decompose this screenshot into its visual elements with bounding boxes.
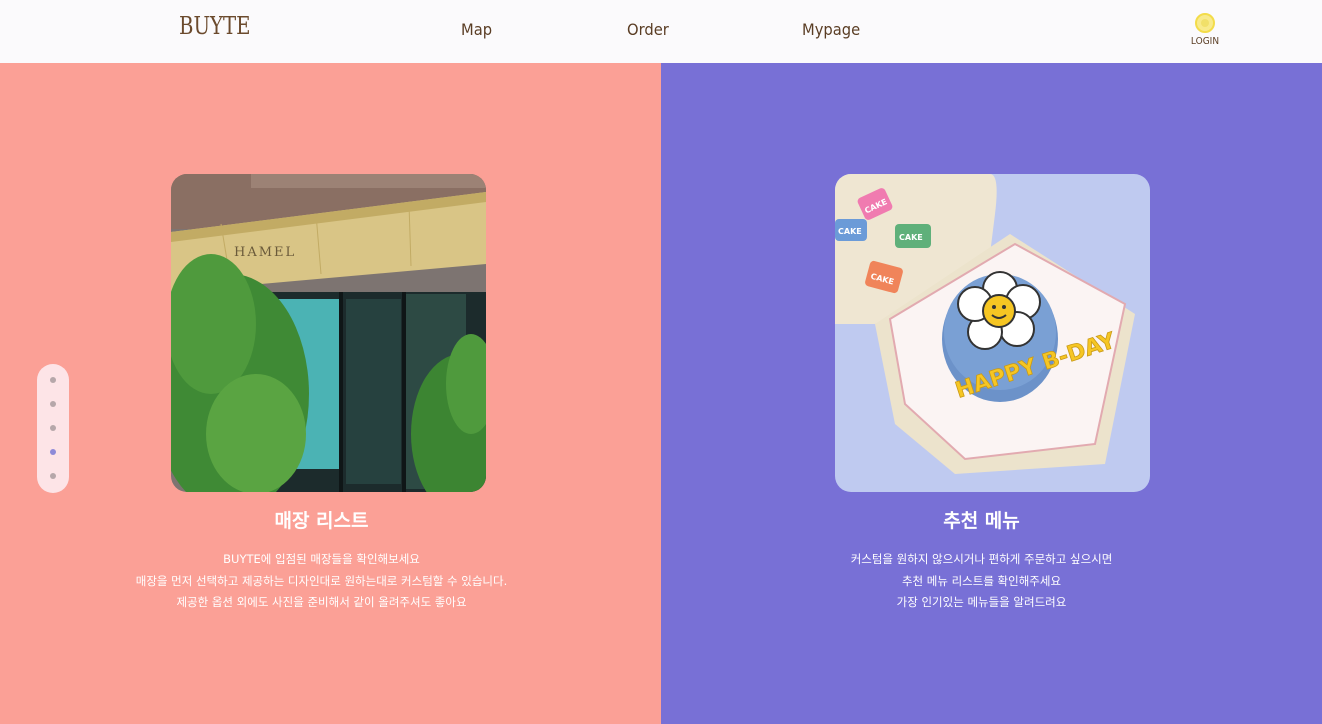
pager-dot-active[interactable] xyxy=(50,449,56,455)
store-list-panel: HAMEL 매장 리스트 BUYTE에 입점된 매장들을 확인해보세요 매장을 … xyxy=(0,63,661,724)
recommended-menu-title: 추천 메뉴 xyxy=(943,510,1020,532)
pager-dot[interactable] xyxy=(50,401,56,407)
description-line: 추천 메뉴 리스트를 확인해주세요 xyxy=(901,573,1062,588)
login-label: LOGIN xyxy=(1190,36,1220,47)
recommended-menu-description: 커스텀을 원하지 않으시거나 편하게 주문하고 싶으시면 추천 메뉴 리스트를 … xyxy=(651,549,1312,614)
store-list-description: BUYTE에 입점된 매장들을 확인해보세요 매장을 먼저 선택하고 제공하는 … xyxy=(0,549,652,614)
description-line: 가장 인기있는 메뉴들을 알려드려요 xyxy=(896,595,1067,609)
slide-pager xyxy=(37,364,69,493)
nav-item-mypage[interactable]: Mypage xyxy=(802,20,860,39)
description-line: 매장을 먼저 선택하고 제공하는 디자인대로 원하는대로 커스텀할 수 있습니다… xyxy=(135,573,508,588)
login-button[interactable]: LOGIN xyxy=(1186,13,1224,47)
store-front-image: HAMEL xyxy=(171,174,486,492)
recommended-menu-panel: CAKE CAKE CAKE CAKE HAPPY B-DAY 추천 메뉴 커스… xyxy=(661,63,1322,724)
nav-item-map[interactable]: Map xyxy=(461,20,492,39)
sticker-text: CAKE xyxy=(838,227,862,236)
description-line: 커스텀을 원하지 않으시거나 편하게 주문하고 싶으시면 xyxy=(850,552,1113,566)
nav-item-order[interactable]: Order xyxy=(627,20,669,39)
menu-photo[interactable]: CAKE CAKE CAKE CAKE HAPPY B-DAY xyxy=(835,174,1150,492)
store-list-title: 매장 리스트 xyxy=(274,510,369,532)
pager-dot[interactable] xyxy=(50,425,56,431)
description-line: 제공한 옵션 외에도 사진을 준비해서 같이 올려주셔도 좋아요 xyxy=(176,595,467,609)
sun-icon xyxy=(1195,13,1215,33)
awning-sign-text: HAMEL xyxy=(234,245,296,260)
pager-dot[interactable] xyxy=(50,473,56,479)
pager-dot[interactable] xyxy=(50,377,56,383)
store-photo[interactable]: HAMEL xyxy=(171,174,486,492)
sticker-text: CAKE xyxy=(899,233,923,242)
logo[interactable]: BUYTE xyxy=(179,12,251,40)
top-navigation-bar: BUYTE Map Order Mypage LOGIN xyxy=(0,0,1322,63)
cake-image: CAKE CAKE CAKE CAKE HAPPY B-DAY xyxy=(835,174,1150,492)
description-line: BUYTE에 입점된 매장들을 확인해보세요 xyxy=(223,552,420,566)
